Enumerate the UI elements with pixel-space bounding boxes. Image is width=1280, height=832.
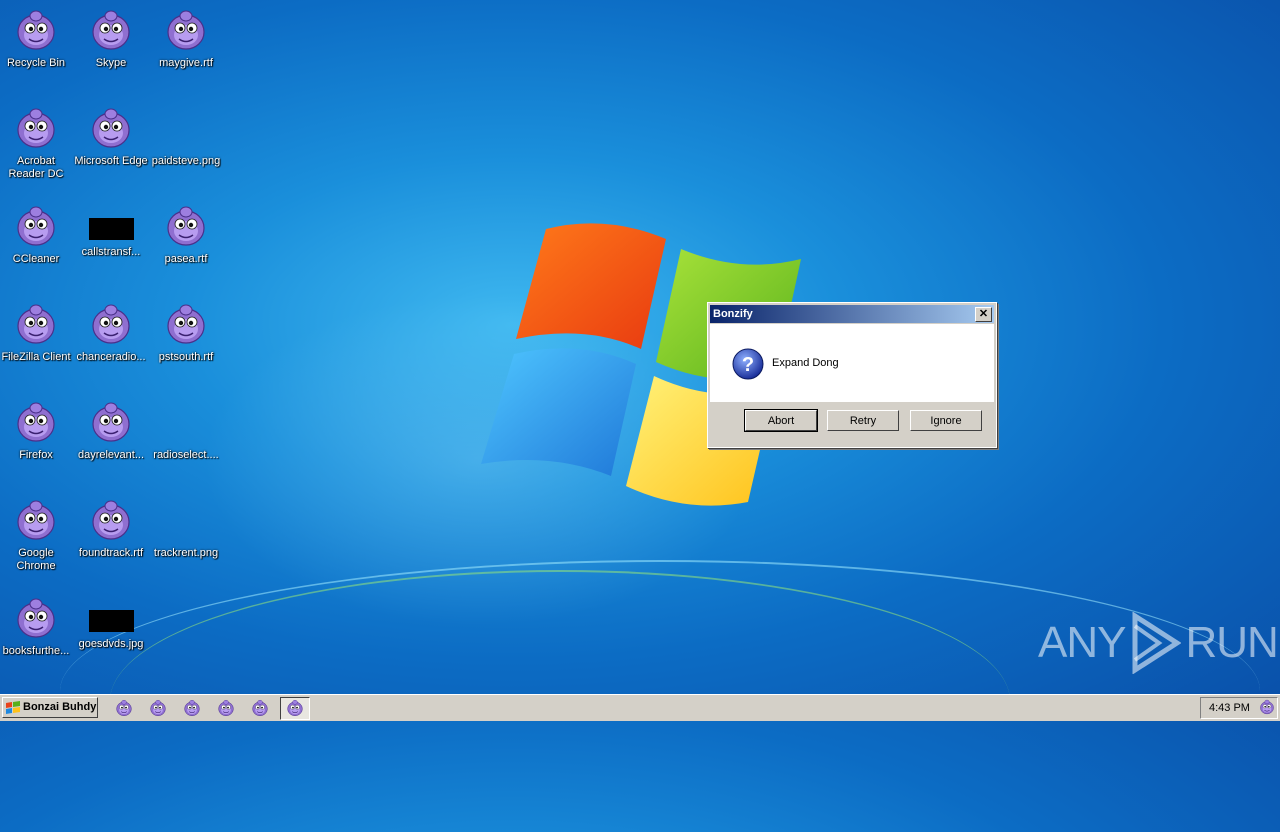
taskbar-gorilla-item[interactable] <box>212 698 240 718</box>
desktop-icon[interactable]: Recycle Bin <box>0 8 74 70</box>
gorilla-icon <box>14 106 58 152</box>
dialog-title: Bonzify <box>713 308 753 320</box>
gorilla-icon <box>149 699 167 722</box>
taskbar-gorilla-item[interactable] <box>246 698 274 718</box>
watermark-text-right: RUN <box>1185 618 1278 667</box>
gorilla-icon <box>14 8 58 54</box>
desktop-icon-label: paidsteve.png <box>151 155 221 167</box>
taskbar-gorilla-item[interactable] <box>110 698 138 718</box>
desktop-icon[interactable]: dayrelevant... <box>73 400 149 462</box>
gorilla-icon <box>183 699 201 722</box>
gorilla-icon <box>115 699 133 722</box>
desktop-icon-label: chanceradio... <box>76 351 146 363</box>
image-thumbnail-icon <box>88 218 134 240</box>
desktop-icon[interactable]: pasea.rtf <box>148 204 224 266</box>
ignore-button[interactable]: Ignore <box>910 410 982 431</box>
desktop-icon[interactable]: pstsouth.rtf <box>148 302 224 364</box>
desktop-icon[interactable]: CCleaner <box>0 204 74 266</box>
dialog-message: Expand Dong <box>772 357 839 369</box>
gorilla-icon <box>164 8 208 54</box>
start-label: Bonzai Buhdy <box>23 701 97 713</box>
watermark-text-left: ANY <box>1038 618 1126 667</box>
taskbar-gorilla-item[interactable] <box>280 697 310 720</box>
close-icon: ✕ <box>978 308 989 320</box>
desktop-icon[interactable]: Google Chrome <box>0 498 74 573</box>
taskbar-gorilla-item[interactable] <box>144 698 172 718</box>
desktop-icon[interactable]: Acrobat Reader DC <box>0 106 74 181</box>
dialog-titlebar[interactable]: Bonzify ✕ <box>710 305 994 323</box>
gorilla-icon <box>89 106 133 152</box>
blank-file-icon <box>164 498 208 544</box>
desktop-icon-label: callstransf... <box>81 246 141 258</box>
blank-file-icon <box>164 106 208 152</box>
dialog-body: ? Expand Dong <box>710 324 994 402</box>
system-tray: 4:43 PM <box>1200 697 1278 719</box>
desktop-icon[interactable]: callstransf... <box>73 204 149 259</box>
desktop-icon-label: dayrelevant... <box>77 449 145 461</box>
abort-button[interactable]: Abort <box>744 409 818 432</box>
desktop-icon[interactable]: paidsteve.png <box>148 106 224 168</box>
gorilla-icon <box>89 8 133 54</box>
windows-flag-icon <box>6 700 20 714</box>
desktop-icon-label: Microsoft Edge <box>74 155 148 167</box>
desktop-icon[interactable]: maygive.rtf <box>148 8 224 70</box>
play-icon <box>1132 612 1182 674</box>
gorilla-icon <box>89 498 133 544</box>
desktop-icon-label: maygive.rtf <box>159 57 213 69</box>
gorilla-icon <box>14 596 58 642</box>
clock[interactable]: 4:43 PM <box>1209 698 1250 718</box>
gorilla-icon <box>89 400 133 446</box>
desktop-icon-label: Google Chrome <box>16 547 56 572</box>
desktop-icon-label: Firefox <box>19 449 53 461</box>
desktop-icon-label: trackrent.png <box>153 547 219 559</box>
desktop-icon[interactable]: Firefox <box>0 400 74 462</box>
question-icon: ? <box>732 348 764 380</box>
gorilla-icon <box>217 699 235 722</box>
anyrun-watermark: ANY RUN <box>1038 612 1279 674</box>
desktop-icon-label: goesdvds.jpg <box>78 638 144 650</box>
desktop-icon[interactable]: radioselect.... <box>148 400 224 462</box>
retry-button[interactable]: Retry <box>827 410 899 431</box>
start-button[interactable]: Bonzai Buhdy <box>2 697 98 718</box>
desktop-icon-label: pasea.rtf <box>164 253 208 265</box>
gorilla-icon <box>14 400 58 446</box>
gorilla-icon <box>164 302 208 348</box>
desktop-icon-label: CCleaner <box>12 253 60 265</box>
desktop-icon[interactable]: foundtrack.rtf <box>73 498 149 560</box>
gorilla-icon <box>14 498 58 544</box>
gorilla-icon <box>14 204 58 250</box>
desktop-icon-label: pstsouth.rtf <box>158 351 214 363</box>
desktop-icon-label: Acrobat Reader DC <box>8 155 64 180</box>
gorilla-icon <box>286 699 304 722</box>
desktop-icon[interactable]: goesdvds.jpg <box>73 596 149 651</box>
desktop-icon-label: foundtrack.rtf <box>78 547 144 559</box>
desktop-icon-label: Recycle Bin <box>6 57 66 69</box>
taskbar: Bonzai Buhdy 4:43 PM <box>0 694 1280 721</box>
desktop-icon[interactable]: chanceradio... <box>73 302 149 364</box>
desktop-icon-label: booksfurthe... <box>2 645 70 657</box>
image-thumbnail-icon <box>88 610 134 632</box>
blank-file-icon <box>164 400 208 446</box>
gorilla-icon <box>89 302 133 348</box>
gorilla-icon <box>164 204 208 250</box>
tray-gorilla-icon[interactable] <box>1259 699 1275 722</box>
desktop-icon-label: Skype <box>95 57 127 69</box>
taskbar-gorilla-item[interactable] <box>178 698 206 718</box>
desktop-icon[interactable]: booksfurthe... <box>0 596 74 658</box>
gorilla-icon <box>251 699 269 722</box>
desktop-icon[interactable]: Skype <box>73 8 149 70</box>
desktop-icon-label: FileZilla Client <box>1 351 71 363</box>
wallpaper-swoosh <box>60 560 1260 822</box>
desktop-icon[interactable]: trackrent.png <box>148 498 224 560</box>
desktop-icon[interactable]: Microsoft Edge <box>73 106 149 168</box>
gorilla-icon <box>14 302 58 348</box>
desktop-icon[interactable]: FileZilla Client <box>0 302 74 364</box>
close-button[interactable]: ✕ <box>975 307 992 322</box>
desktop-icon-label: radioselect.... <box>153 449 219 461</box>
svg-text:?: ? <box>742 354 754 376</box>
